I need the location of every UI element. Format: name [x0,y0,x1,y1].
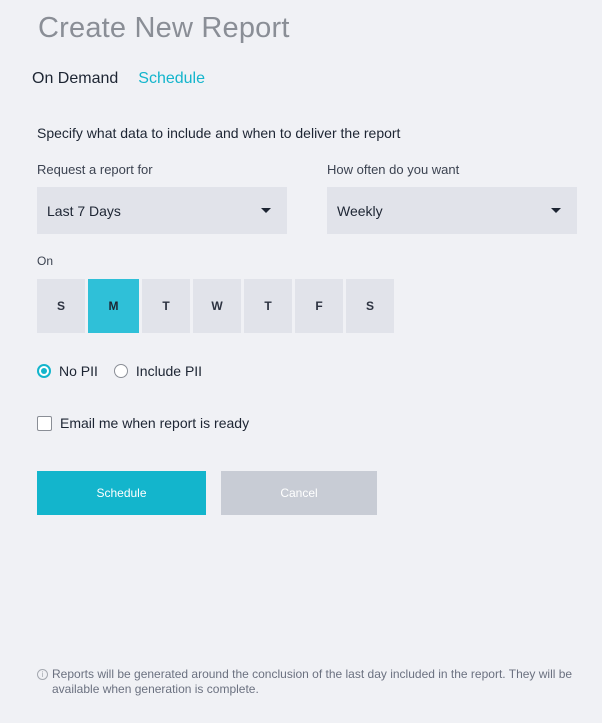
radio-include-pii-label: Include PII [135,363,203,379]
radio-no-pii[interactable]: No PII [37,363,98,379]
day-sunday[interactable]: S [37,279,85,333]
report-for-select[interactable]: Last 7 Days [37,187,287,234]
report-for-label: Request a report for [37,162,153,177]
day-tuesday[interactable]: T [142,279,190,333]
report-for-value: Last 7 Days [47,202,121,219]
on-label: On [37,254,54,268]
chevron-down-icon [261,208,271,213]
info-icon: i [37,669,48,680]
frequency-select[interactable]: Weekly [327,187,577,234]
frequency-label: How often do you want [327,162,460,177]
cancel-button[interactable]: Cancel [221,471,377,515]
weekday-picker: S M T W T F S [37,279,394,333]
email-notify-label: Email me when report is ready [60,415,250,431]
report-mode-tabs: On Demand Schedule [32,70,205,88]
chevron-down-icon [551,208,561,213]
pii-radio-group: No PII Include PII [37,363,202,379]
schedule-button[interactable]: Schedule [37,471,206,515]
email-notify-option[interactable]: Email me when report is ready [37,415,249,431]
day-saturday[interactable]: S [346,279,394,333]
radio-button[interactable] [113,364,128,378]
footnote-text: Reports will be generated around the con… [52,667,573,696]
frequency-value: Weekly [337,202,383,219]
email-notify-checkbox[interactable] [37,415,52,431]
radio-no-pii-label: No PII [59,363,98,379]
tab-schedule[interactable]: Schedule [138,70,205,88]
day-wednesday[interactable]: W [193,279,241,333]
day-thursday[interactable]: T [244,279,292,333]
tab-on-demand[interactable]: On Demand [32,70,118,88]
radio-button-checked[interactable] [37,364,51,378]
page-title: Create New Report [38,12,290,44]
day-friday[interactable]: F [295,279,343,333]
form-subtitle: Specify what data to include and when to… [37,125,401,141]
day-monday[interactable]: M [88,279,139,333]
footnote: i Reports will be generated around the c… [37,667,577,697]
radio-include-pii[interactable]: Include PII [113,363,203,379]
